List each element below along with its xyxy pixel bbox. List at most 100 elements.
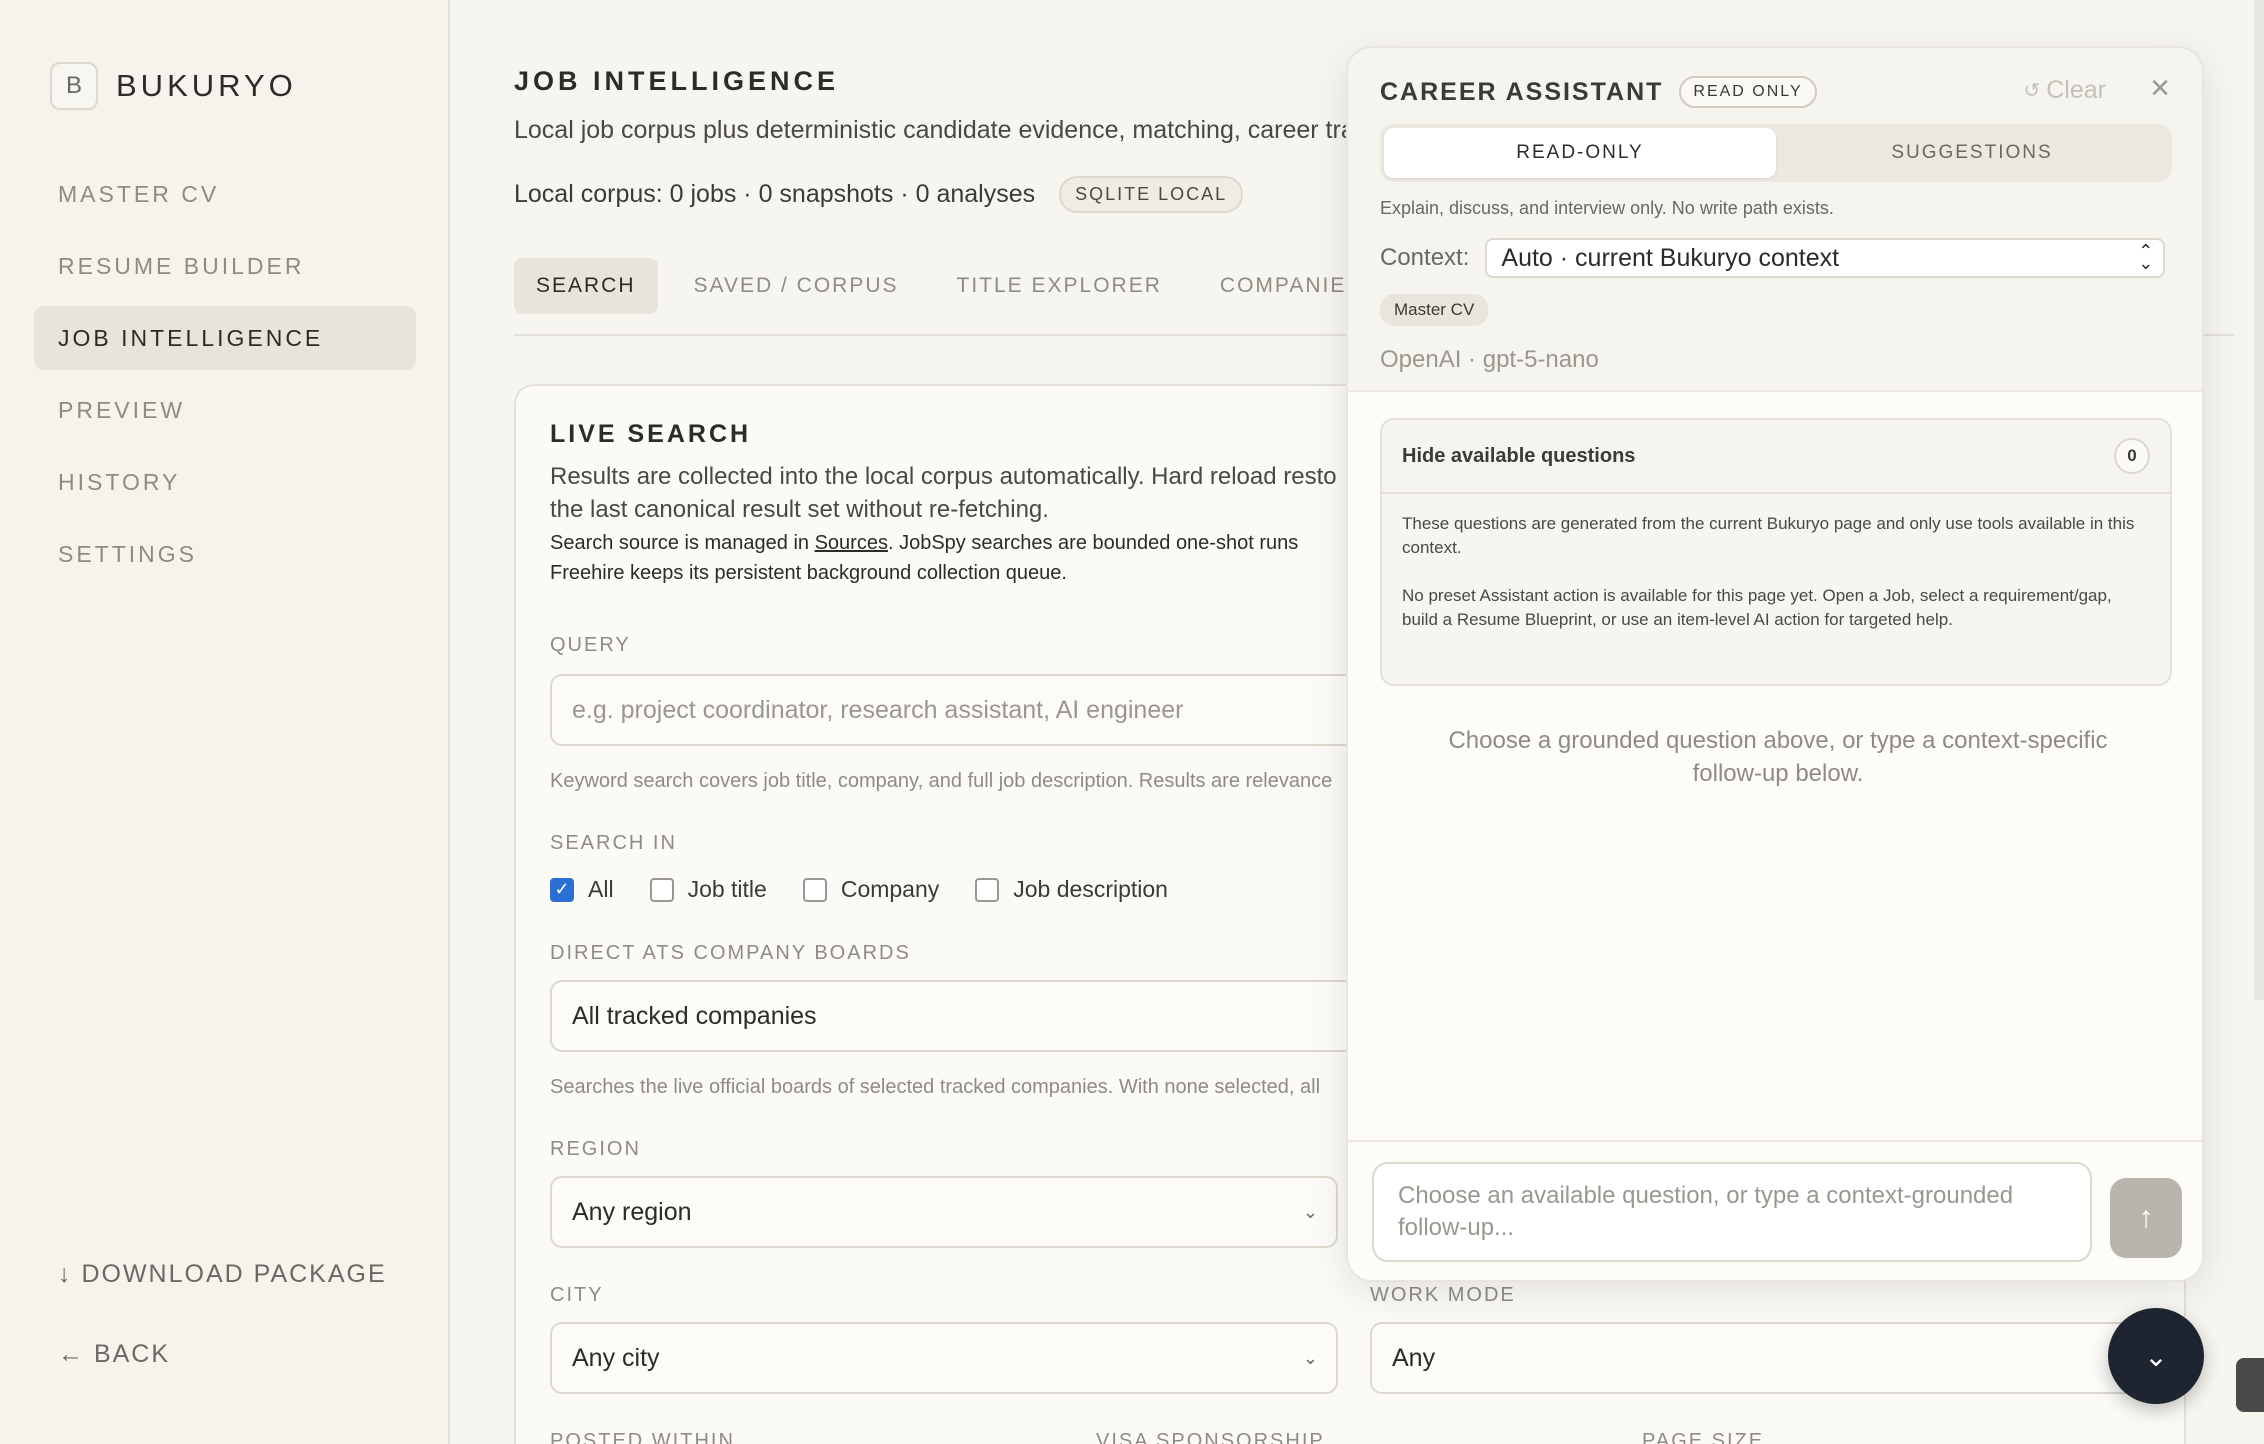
context-label: Context:	[1380, 244, 1470, 271]
context-value: Auto · current Bukuryo context	[1501, 243, 1840, 272]
work-mode-label: WORK MODE	[1370, 1284, 1516, 1306]
download-package-label: DOWNLOAD PACKAGE	[81, 1260, 387, 1288]
context-select[interactable]: Auto · current Bukuryo context ⌃ ⌄	[1485, 238, 2166, 278]
search-in-label: SEARCH IN	[550, 832, 677, 854]
live-search-description: Results are collected into the local cor…	[550, 460, 1390, 526]
search-in-company-label: Company	[840, 876, 940, 902]
chevron-down-icon: ⌄	[1302, 1348, 1318, 1368]
live-search-description-line1: Results are collected into the local cor…	[550, 463, 1337, 490]
hide-questions-toggle[interactable]: Hide available questions 0	[1382, 420, 2170, 494]
questions-info: These questions are generated from the c…	[1382, 494, 2170, 674]
model-label: OpenAI · gpt-5-nano	[1380, 346, 1599, 373]
search-in-all-label: All	[588, 876, 614, 902]
back-label: BACK	[93, 1340, 171, 1368]
posted-within-label: POSTED WITHIN	[550, 1430, 735, 1444]
available-questions-box: Hide available questions 0 These questio…	[1380, 418, 2172, 686]
sidebar-nav: MASTER CV RESUME BUILDER JOB INTELLIGENC…	[34, 162, 416, 594]
search-in-job-description-label: Job description	[1013, 876, 1168, 902]
read-only-badge: READ ONLY	[1679, 76, 1817, 108]
note-suffix: . JobSpy searches are bounded one-shot r…	[887, 532, 1299, 554]
page-subtitle: Local job corpus plus deterministic cand…	[514, 116, 1355, 144]
back-button[interactable]: ← BACK	[58, 1340, 170, 1369]
sidebar-item-history[interactable]: HISTORY	[34, 450, 416, 514]
brand[interactable]: B BUKURYO	[50, 62, 297, 110]
sidebar-item-resume-builder[interactable]: RESUME BUILDER	[34, 234, 416, 298]
ats-boards-hint: Searches the live official boards of sel…	[550, 1076, 1321, 1098]
region-value: Any region	[572, 1197, 692, 1226]
mode-read-only[interactable]: READ-ONLY	[1384, 128, 1776, 178]
assistant-title: CAREER ASSISTANT	[1380, 77, 1664, 106]
sidebar: B BUKURYO MASTER CV RESUME BUILDER JOB I…	[0, 0, 450, 1444]
visa-sponsorship-label: VISA SPONSORSHIP	[1096, 1430, 1325, 1444]
checkbox-icon[interactable]	[802, 877, 827, 902]
questions-info-text2: No preset Assistant action is available …	[1402, 586, 2112, 629]
sidebar-item-preview[interactable]: PREVIEW	[34, 378, 416, 442]
refresh-icon: ↺	[2023, 80, 2041, 102]
page-scrollbar[interactable]	[2254, 0, 2264, 1000]
search-in-job-title[interactable]: Job title	[649, 876, 767, 903]
sources-link[interactable]: Sources	[815, 532, 888, 554]
page-title: JOB INTELLIGENCE	[514, 66, 840, 96]
questions-count-badge: 0	[2114, 438, 2150, 474]
send-button[interactable]: ↑	[2110, 1178, 2182, 1258]
city-value: Any city	[572, 1343, 660, 1372]
page-size-label: PAGE SIZE	[1642, 1430, 1765, 1444]
live-search-note: Search source is managed in Sources. Job…	[550, 528, 1410, 588]
search-in-company[interactable]: Company	[802, 876, 940, 903]
arrow-down-icon: ↓	[58, 1260, 73, 1288]
message-input[interactable]: Choose an available question, or type a …	[1372, 1162, 2092, 1262]
sidebar-item-master-cv[interactable]: MASTER CV	[34, 162, 416, 226]
arrow-left-icon: ←	[58, 1340, 85, 1368]
chevron-down-icon: ⌄	[1302, 1202, 1318, 1222]
context-row: Context: Auto · current Bukuryo context …	[1380, 238, 2166, 278]
hide-questions-label: Hide available questions	[1402, 444, 1636, 467]
assistant-title-row: CAREER ASSISTANT READ ONLY	[1380, 76, 1817, 108]
mode-explanation: Explain, discuss, and interview only. No…	[1380, 198, 1834, 218]
corpus-counts: Local corpus: 0 jobs · 0 snapshots · 0 a…	[514, 180, 1036, 208]
region-select[interactable]: Any region ⌄	[550, 1176, 1338, 1248]
assistant-mode-toggle: READ-ONLY SUGGESTIONS	[1380, 124, 2172, 182]
ats-boards-label: DIRECT ATS COMPANY BOARDS	[550, 942, 911, 964]
search-in-options: ✓ All Job title Company Job description	[550, 876, 1204, 903]
sidebar-item-settings[interactable]: SETTINGS	[34, 522, 416, 586]
clear-label: Clear	[2046, 76, 2106, 104]
live-search-title: LIVE SEARCH	[550, 420, 752, 448]
composer: Choose an available question, or type a …	[1348, 1140, 2202, 1280]
clear-button[interactable]: ↺ Clear	[2023, 76, 2106, 105]
questions-info-text1: These questions are generated from the c…	[1402, 514, 2135, 557]
empty-chat-message: Choose a grounded question above, or typ…	[1448, 727, 2108, 787]
sidebar-item-job-intelligence[interactable]: JOB INTELLIGENCE	[34, 306, 416, 370]
close-icon[interactable]: ×	[2140, 68, 2180, 108]
brand-logo: B	[50, 62, 98, 110]
assistant-collapse-button[interactable]: ⌄	[2108, 1308, 2204, 1404]
search-in-all[interactable]: ✓ All	[550, 876, 614, 903]
arrow-up-icon: ↑	[2138, 1201, 2154, 1234]
assistant-header: CAREER ASSISTANT READ ONLY ↺ Clear × REA…	[1348, 48, 2202, 392]
mode-suggestions[interactable]: SUGGESTIONS	[1776, 128, 2168, 178]
tab-search[interactable]: SEARCH	[514, 258, 658, 314]
storage-badge: SQLITE LOCAL	[1059, 176, 1244, 213]
corpus-status: Local corpus: 0 jobs · 0 snapshots · 0 a…	[514, 176, 1244, 213]
query-label: QUERY	[550, 634, 631, 656]
note-line2: Freehire keeps its persistent background…	[550, 562, 1067, 584]
select-arrows-icon: ⌃ ⌄	[2138, 241, 2154, 273]
chevron-down-icon: ⌄	[2144, 1340, 2168, 1372]
tab-saved-corpus[interactable]: SAVED / CORPUS	[672, 258, 921, 314]
region-label: REGION	[550, 1138, 641, 1160]
download-package-button[interactable]: ↓ DOWNLOAD PACKAGE	[58, 1260, 387, 1289]
brand-name: BUKURYO	[116, 68, 297, 103]
career-assistant-panel: CAREER ASSISTANT READ ONLY ↺ Clear × REA…	[1346, 46, 2204, 1282]
query-hint: Keyword search covers job title, company…	[550, 770, 1333, 792]
live-search-description-line2: the last canonical result set without re…	[550, 496, 1049, 523]
search-in-job-description[interactable]: Job description	[975, 876, 1168, 903]
city-select[interactable]: Any city ⌄	[550, 1322, 1338, 1394]
side-handle[interactable]	[2236, 1358, 2264, 1412]
checkbox-icon[interactable]	[649, 877, 674, 902]
checkbox-checked-icon[interactable]: ✓	[550, 877, 574, 902]
city-label: CITY	[550, 1284, 604, 1306]
checkbox-icon[interactable]	[975, 877, 1000, 902]
note-prefix: Search source is managed in	[550, 532, 815, 554]
work-mode-select[interactable]: Any	[1370, 1322, 2158, 1394]
tab-title-explorer[interactable]: TITLE EXPLORER	[935, 258, 1184, 314]
search-in-job-title-label: Job title	[687, 876, 767, 902]
